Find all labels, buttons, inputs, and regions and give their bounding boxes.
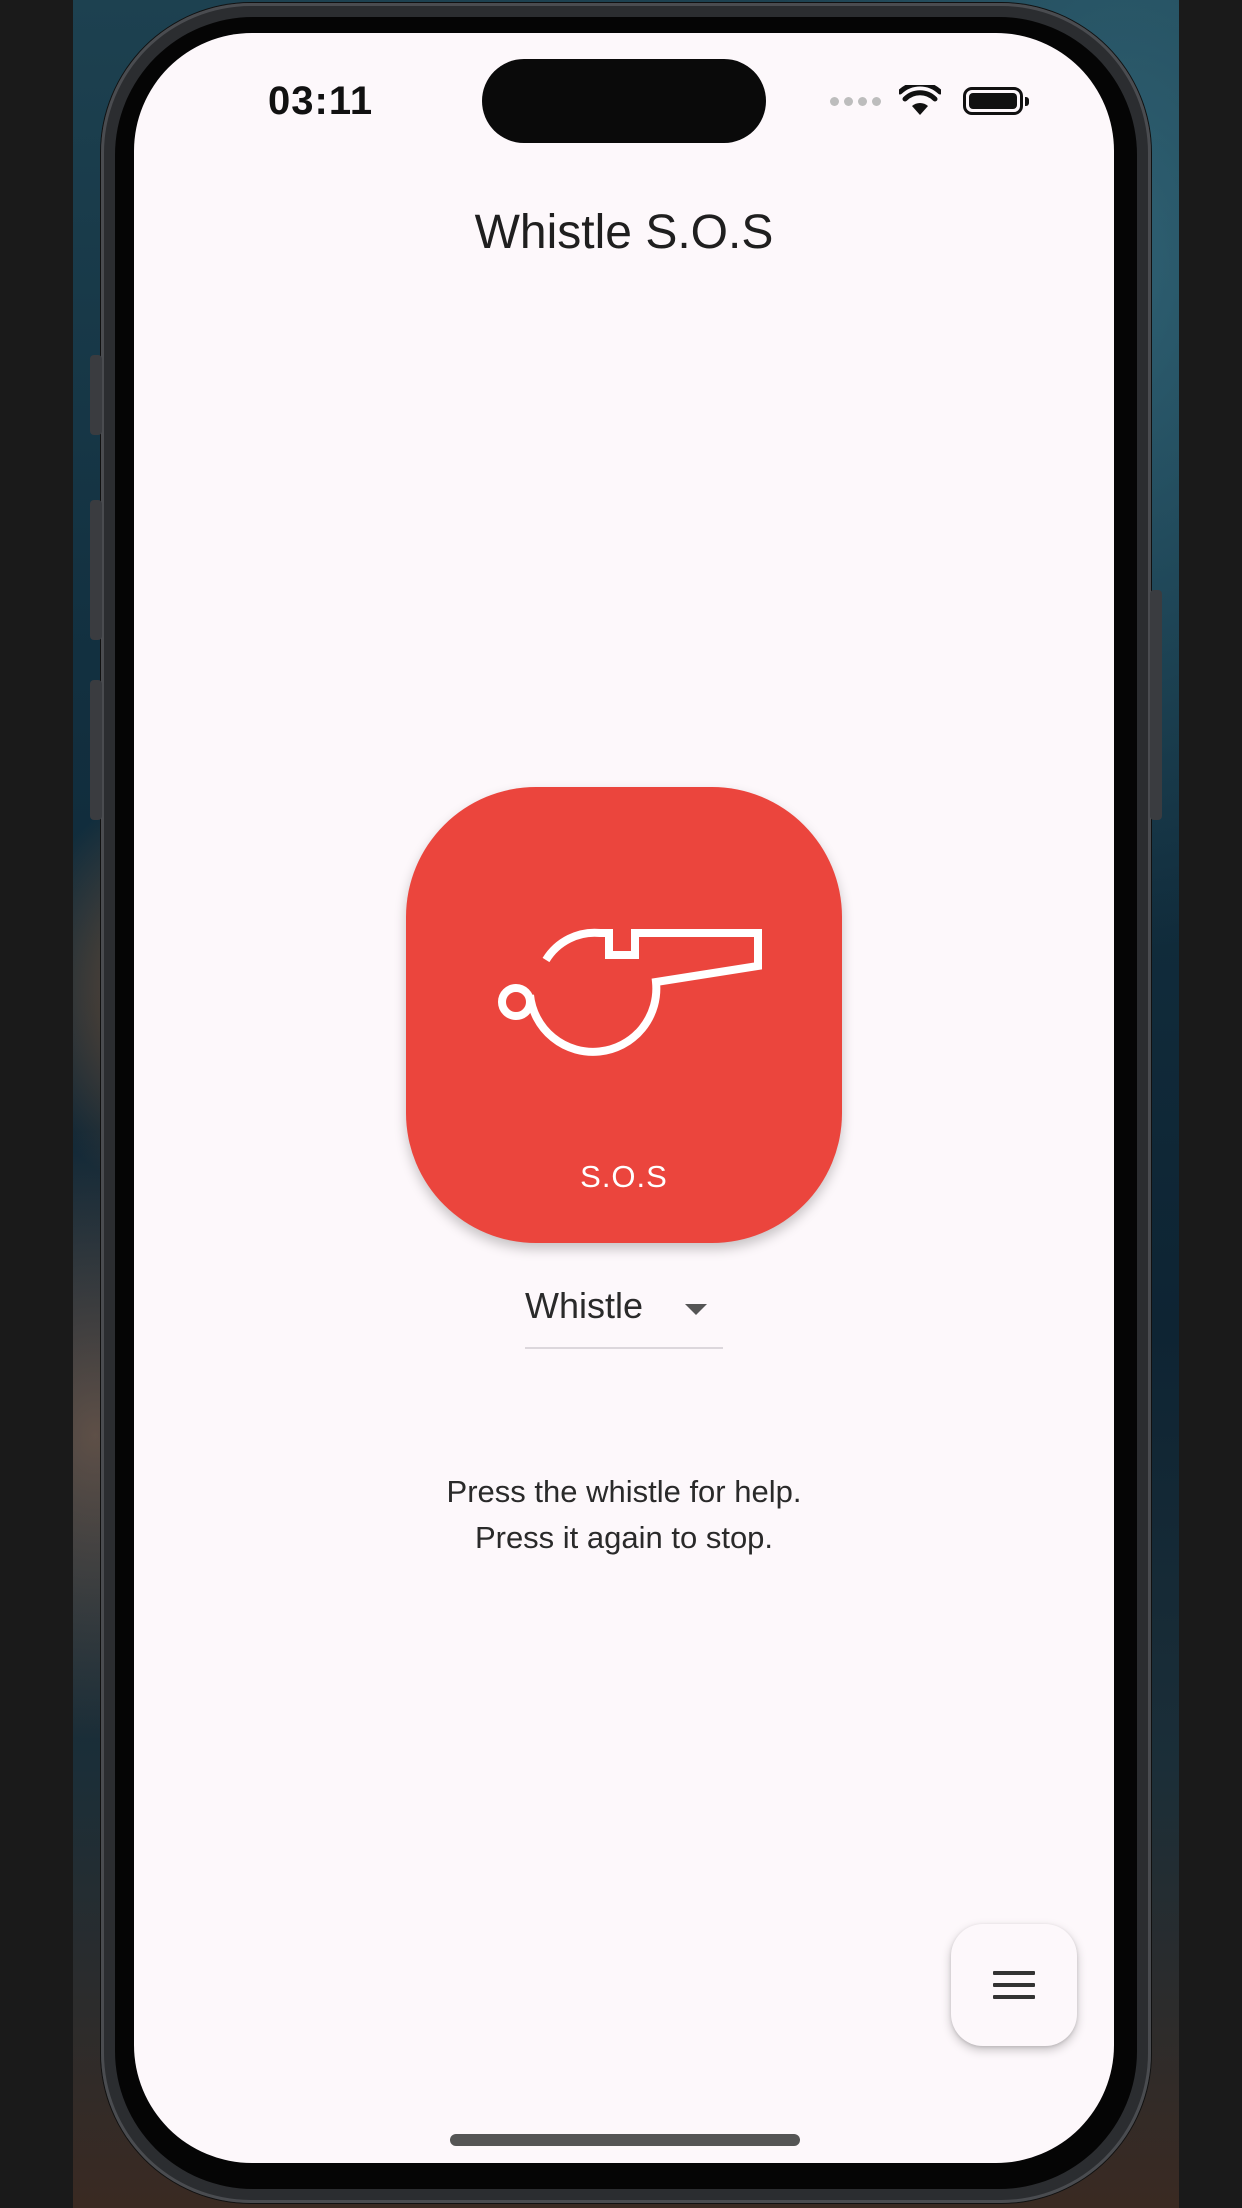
page-title: Whistle S.O.S bbox=[474, 206, 774, 259]
cellular-signal-icon bbox=[830, 96, 881, 106]
menu-icon bbox=[993, 1971, 1035, 1999]
dynamic-island bbox=[482, 59, 766, 143]
side-button bbox=[90, 355, 102, 435]
instructions-line: Press it again to stop. bbox=[474, 1520, 774, 1555]
battery-icon bbox=[963, 87, 1029, 115]
dropdown-selected-value: Whistle bbox=[525, 1285, 644, 1326]
status-time: 03:11 bbox=[268, 79, 374, 123]
status-indicators bbox=[830, 81, 1029, 121]
side-button bbox=[90, 500, 102, 640]
instructions-text: Press the whistle for help. Press it aga… bbox=[134, 1469, 1114, 1561]
side-button bbox=[1150, 590, 1162, 820]
home-indicator[interactable] bbox=[450, 2134, 800, 2146]
sound-type-dropdown[interactable]: Whistle bbox=[525, 1285, 723, 1349]
dropdown-arrow-icon bbox=[685, 1304, 707, 1315]
sos-label: S.O.S bbox=[580, 1159, 668, 1194]
instructions-line: Press the whistle for help. bbox=[446, 1474, 802, 1509]
sos-whistle-button[interactable]: S.O.S bbox=[406, 787, 842, 1243]
whistle-icon bbox=[498, 928, 762, 1056]
menu-button[interactable] bbox=[951, 1924, 1077, 2046]
app-screen: 03:11 Whistle S.O.S S.O.S Whistle Press … bbox=[134, 33, 1114, 2163]
wifi-icon bbox=[899, 85, 941, 115]
side-button bbox=[90, 680, 102, 820]
